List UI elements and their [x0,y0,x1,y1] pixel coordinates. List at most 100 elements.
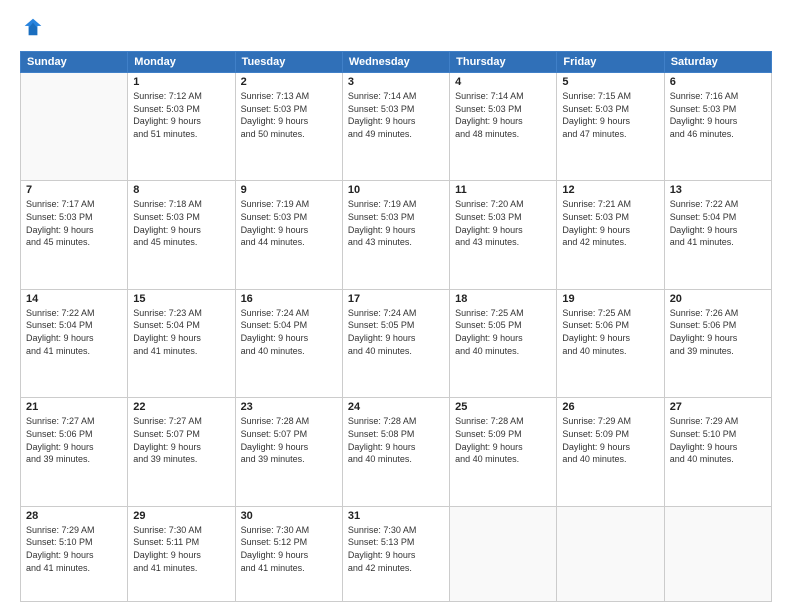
logo [20,16,46,43]
day-number: 30 [241,510,337,522]
day-number: 9 [241,184,337,196]
calendar-cell: 8 Sunrise: 7:18 AMSunset: 5:03 PMDaylight… [128,181,235,289]
calendar-cell: 4 Sunrise: 7:14 AMSunset: 5:03 PMDaylight… [450,73,557,181]
calendar-cell: 19 Sunrise: 7:25 AMSunset: 5:06 PMDayligh… [557,289,664,397]
day-number: 1 [133,76,229,88]
day-info: Sunrise: 7:28 AMSunset: 5:09 PMDaylight:… [455,415,551,465]
day-number: 20 [670,293,766,305]
day-info: Sunrise: 7:16 AMSunset: 5:03 PMDaylight:… [670,90,766,140]
calendar-header-row: SundayMondayTuesdayWednesdayThursdayFrid… [21,52,772,73]
day-number: 13 [670,184,766,196]
day-number: 26 [562,401,658,413]
day-number: 14 [26,293,122,305]
calendar-week-4: 28 Sunrise: 7:29 AMSunset: 5:10 PMDayligh… [21,506,772,601]
calendar-cell: 17 Sunrise: 7:24 AMSunset: 5:05 PMDayligh… [342,289,449,397]
day-info: Sunrise: 7:30 AMSunset: 5:11 PMDaylight:… [133,524,229,574]
day-number: 16 [241,293,337,305]
calendar-week-3: 21 Sunrise: 7:27 AMSunset: 5:06 PMDayligh… [21,398,772,506]
calendar-cell: 11 Sunrise: 7:20 AMSunset: 5:03 PMDayligh… [450,181,557,289]
day-info: Sunrise: 7:25 AMSunset: 5:05 PMDaylight:… [455,307,551,357]
day-number: 4 [455,76,551,88]
calendar-cell: 18 Sunrise: 7:25 AMSunset: 5:05 PMDayligh… [450,289,557,397]
day-number: 19 [562,293,658,305]
calendar-cell: 3 Sunrise: 7:14 AMSunset: 5:03 PMDaylight… [342,73,449,181]
calendar-cell [664,506,771,601]
day-number: 23 [241,401,337,413]
day-info: Sunrise: 7:19 AMSunset: 5:03 PMDaylight:… [241,198,337,248]
calendar-cell: 21 Sunrise: 7:27 AMSunset: 5:06 PMDayligh… [21,398,128,506]
day-number: 31 [348,510,444,522]
day-info: Sunrise: 7:29 AMSunset: 5:10 PMDaylight:… [670,415,766,465]
day-info: Sunrise: 7:27 AMSunset: 5:07 PMDaylight:… [133,415,229,465]
day-info: Sunrise: 7:29 AMSunset: 5:09 PMDaylight:… [562,415,658,465]
day-info: Sunrise: 7:22 AMSunset: 5:04 PMDaylight:… [26,307,122,357]
day-info: Sunrise: 7:15 AMSunset: 5:03 PMDaylight:… [562,90,658,140]
day-info: Sunrise: 7:26 AMSunset: 5:06 PMDaylight:… [670,307,766,357]
calendar-cell: 20 Sunrise: 7:26 AMSunset: 5:06 PMDayligh… [664,289,771,397]
day-info: Sunrise: 7:14 AMSunset: 5:03 PMDaylight:… [348,90,444,140]
day-info: Sunrise: 7:17 AMSunset: 5:03 PMDaylight:… [26,198,122,248]
calendar-cell: 24 Sunrise: 7:28 AMSunset: 5:08 PMDayligh… [342,398,449,506]
calendar-cell: 1 Sunrise: 7:12 AMSunset: 5:03 PMDaylight… [128,73,235,181]
day-number: 28 [26,510,122,522]
calendar-cell: 15 Sunrise: 7:23 AMSunset: 5:04 PMDayligh… [128,289,235,397]
day-header-sunday: Sunday [21,52,128,73]
calendar-cell: 12 Sunrise: 7:21 AMSunset: 5:03 PMDayligh… [557,181,664,289]
day-info: Sunrise: 7:28 AMSunset: 5:07 PMDaylight:… [241,415,337,465]
day-info: Sunrise: 7:28 AMSunset: 5:08 PMDaylight:… [348,415,444,465]
day-number: 17 [348,293,444,305]
day-header-saturday: Saturday [664,52,771,73]
day-number: 21 [26,401,122,413]
day-info: Sunrise: 7:29 AMSunset: 5:10 PMDaylight:… [26,524,122,574]
day-number: 7 [26,184,122,196]
day-info: Sunrise: 7:24 AMSunset: 5:05 PMDaylight:… [348,307,444,357]
day-info: Sunrise: 7:18 AMSunset: 5:03 PMDaylight:… [133,198,229,248]
calendar-cell: 10Sunrise: 7:19 AMSunset: 5:03 PMDayligh… [342,181,449,289]
page: SundayMondayTuesdayWednesdayThursdayFrid… [0,0,792,612]
calendar-cell [21,73,128,181]
day-info: Sunrise: 7:21 AMSunset: 5:03 PMDaylight:… [562,198,658,248]
day-number: 29 [133,510,229,522]
day-number: 12 [562,184,658,196]
day-header-friday: Friday [557,52,664,73]
day-info: Sunrise: 7:24 AMSunset: 5:04 PMDaylight:… [241,307,337,357]
calendar-cell: 27 Sunrise: 7:29 AMSunset: 5:10 PMDayligh… [664,398,771,506]
day-number: 15 [133,293,229,305]
day-info: Sunrise: 7:20 AMSunset: 5:03 PMDaylight:… [455,198,551,248]
calendar-cell: 7 Sunrise: 7:17 AMSunset: 5:03 PMDaylight… [21,181,128,289]
day-number: 8 [133,184,229,196]
calendar-cell: 14 Sunrise: 7:22 AMSunset: 5:04 PMDayligh… [21,289,128,397]
day-number: 24 [348,401,444,413]
day-number: 2 [241,76,337,88]
day-info: Sunrise: 7:12 AMSunset: 5:03 PMDaylight:… [133,90,229,140]
calendar-cell: 31 Sunrise: 7:30 AMSunset: 5:13 PMDayligh… [342,506,449,601]
day-info: Sunrise: 7:27 AMSunset: 5:06 PMDaylight:… [26,415,122,465]
day-info: Sunrise: 7:30 AMSunset: 5:13 PMDaylight:… [348,524,444,574]
calendar-week-2: 14 Sunrise: 7:22 AMSunset: 5:04 PMDayligh… [21,289,772,397]
calendar-cell [450,506,557,601]
logo-icon [22,16,44,38]
calendar-cell: 9 Sunrise: 7:19 AMSunset: 5:03 PMDaylight… [235,181,342,289]
day-header-thursday: Thursday [450,52,557,73]
day-number: 18 [455,293,551,305]
calendar-cell: 5 Sunrise: 7:15 AMSunset: 5:03 PMDaylight… [557,73,664,181]
day-info: Sunrise: 7:23 AMSunset: 5:04 PMDaylight:… [133,307,229,357]
day-info: Sunrise: 7:13 AMSunset: 5:03 PMDaylight:… [241,90,337,140]
day-number: 3 [348,76,444,88]
calendar-table: SundayMondayTuesdayWednesdayThursdayFrid… [20,51,772,602]
day-info: Sunrise: 7:19 AMSunset: 5:03 PMDaylight:… [348,198,444,248]
calendar-week-0: 1 Sunrise: 7:12 AMSunset: 5:03 PMDaylight… [21,73,772,181]
day-info: Sunrise: 7:14 AMSunset: 5:03 PMDaylight:… [455,90,551,140]
day-number: 27 [670,401,766,413]
calendar-cell: 13Sunrise: 7:22 AMSunset: 5:04 PMDayligh… [664,181,771,289]
day-number: 5 [562,76,658,88]
calendar-cell [557,506,664,601]
calendar-cell: 28 Sunrise: 7:29 AMSunset: 5:10 PMDayligh… [21,506,128,601]
day-number: 25 [455,401,551,413]
day-number: 11 [455,184,551,196]
day-header-monday: Monday [128,52,235,73]
day-info: Sunrise: 7:30 AMSunset: 5:12 PMDaylight:… [241,524,337,574]
day-number: 6 [670,76,766,88]
day-info: Sunrise: 7:25 AMSunset: 5:06 PMDaylight:… [562,307,658,357]
calendar-cell: 16 Sunrise: 7:24 AMSunset: 5:04 PMDayligh… [235,289,342,397]
